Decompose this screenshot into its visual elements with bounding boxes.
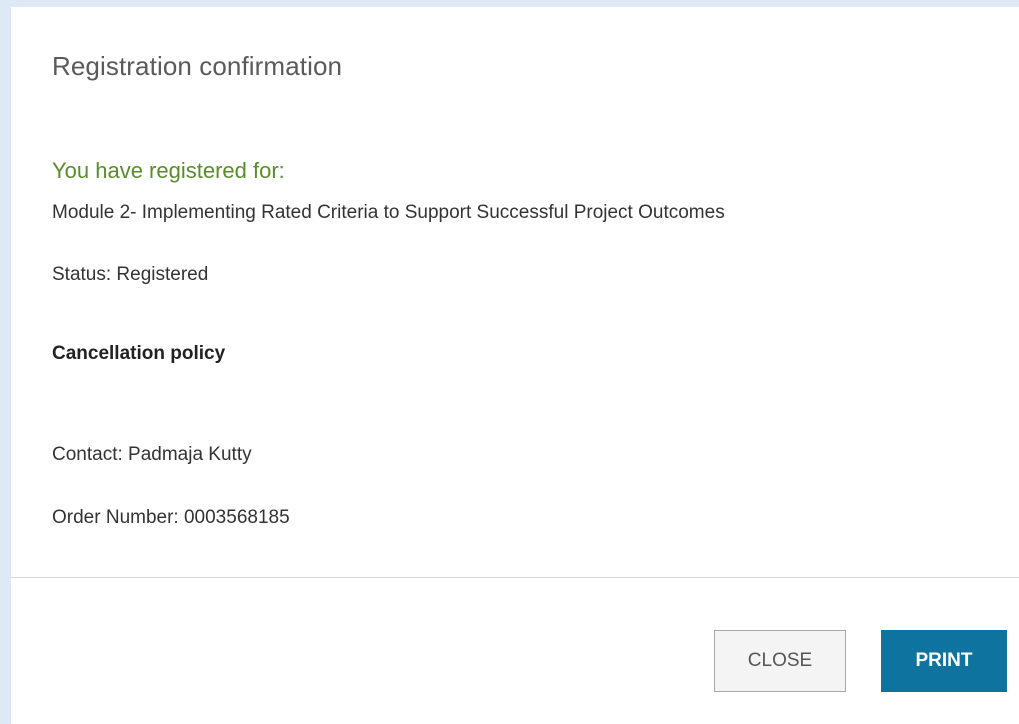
footer-divider	[11, 577, 1019, 578]
course-name: Module 2- Implementing Rated Criteria to…	[52, 202, 725, 223]
dialog-title: Registration confirmation	[52, 51, 343, 81]
registered-heading: You have registered for:	[52, 158, 285, 183]
cancellation-policy-label: Cancellation policy	[52, 343, 226, 364]
registration-status: Status: Registered	[52, 264, 209, 285]
registration-dialog: Registration confirmation You have regis…	[11, 7, 1019, 724]
print-button[interactable]: PRINT	[881, 630, 1007, 692]
order-number: Order Number: 0003568185	[52, 507, 290, 528]
close-button[interactable]: CLOSE	[714, 630, 846, 692]
contact-info: Contact: Padmaja Kutty	[52, 444, 252, 465]
